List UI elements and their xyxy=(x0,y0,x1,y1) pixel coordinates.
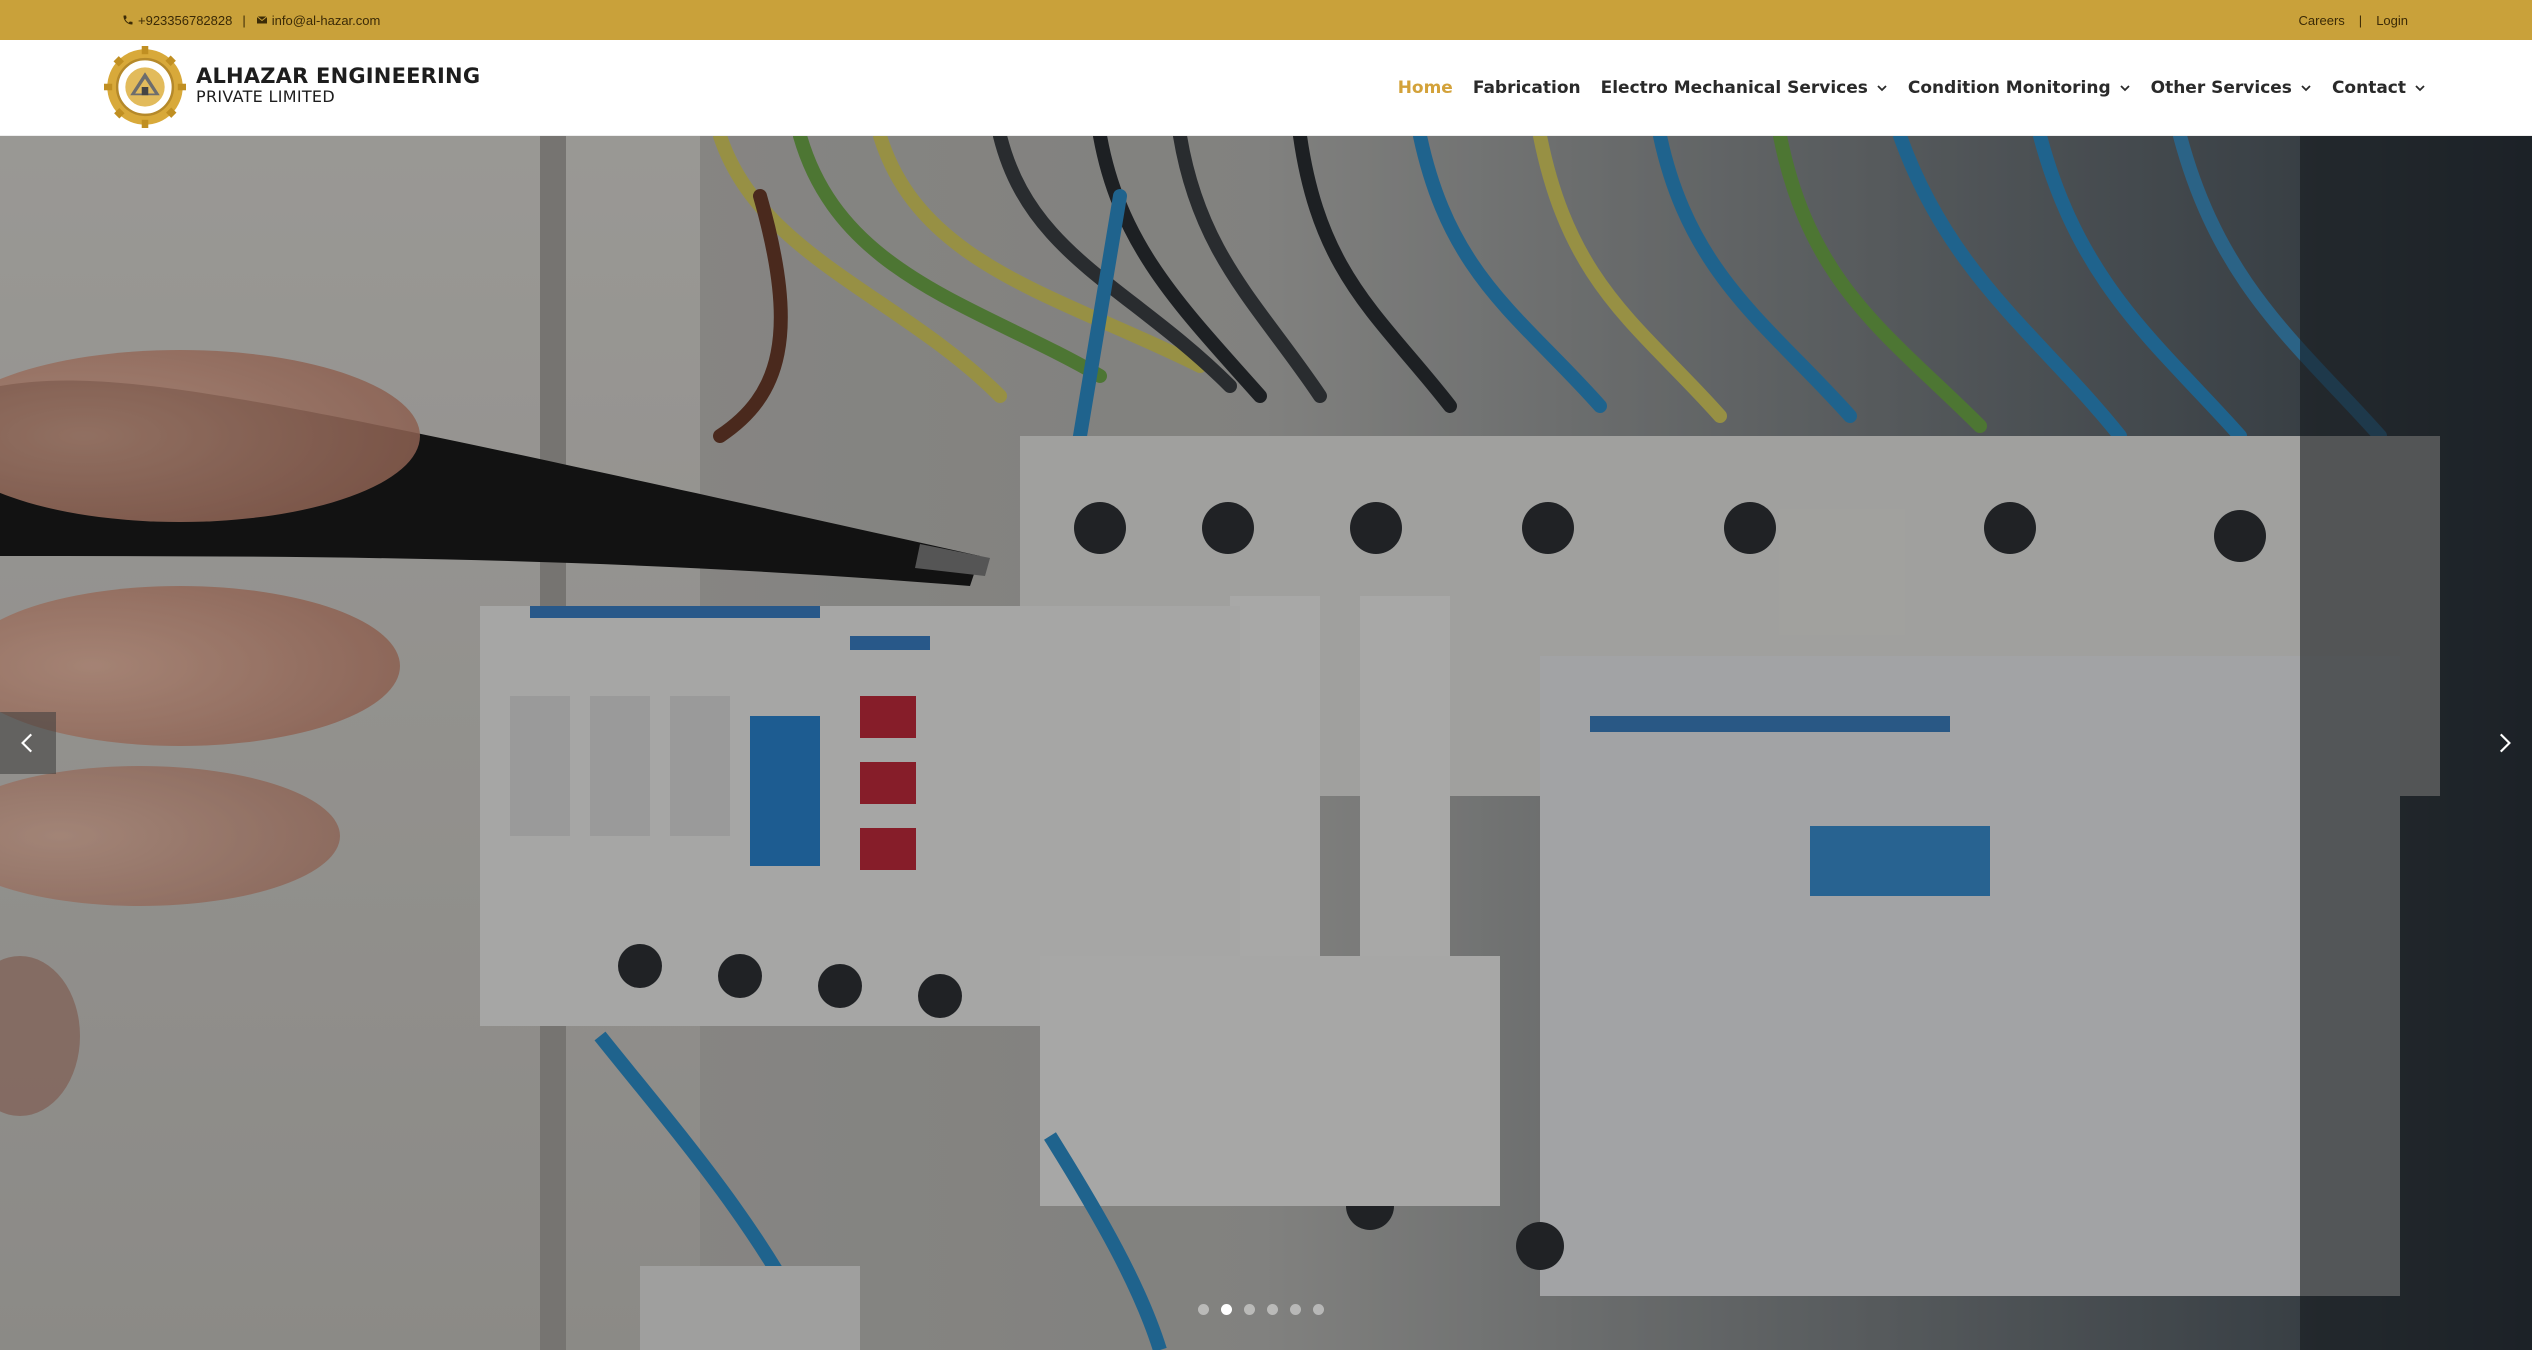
top-links-separator: | xyxy=(2358,12,2363,28)
nav-fabrication[interactable]: Fabrication xyxy=(1463,78,1591,98)
envelope-icon xyxy=(256,16,268,24)
hero-dark-overlay xyxy=(0,136,2532,1350)
chevron-right-icon xyxy=(2499,733,2511,753)
nav-home-label: Home xyxy=(1397,78,1453,98)
site-header: ALHAZAR ENGINEERING PRIVATE LIMITED Home… xyxy=(0,40,2532,136)
nav-fabrication-label: Fabrication xyxy=(1472,78,1581,98)
contact-info: +923356782828 | info@al-hazar.com xyxy=(122,0,380,40)
chevron-down-icon xyxy=(1877,85,1887,92)
nav-electro-mechanical-label: Electro Mechanical Services xyxy=(1600,78,1868,98)
slider-dot-4[interactable] xyxy=(1267,1304,1278,1315)
slider-prev-button[interactable] xyxy=(0,712,56,774)
email-contact[interactable]: info@al-hazar.com xyxy=(256,13,381,28)
slider-pagination xyxy=(1198,1304,1324,1315)
nav-contact[interactable]: Contact xyxy=(2322,78,2436,98)
nav-condition-monitoring[interactable]: Condition Monitoring xyxy=(1898,78,2141,98)
hero-slider[interactable] xyxy=(0,136,2532,1350)
email-address[interactable]: info@al-hazar.com xyxy=(272,13,381,28)
brand-name: ALHAZAR ENGINEERING xyxy=(196,64,481,88)
nav-condition-monitoring-label: Condition Monitoring xyxy=(1907,78,2111,98)
slider-next-button[interactable] xyxy=(2476,712,2532,774)
nav-electro-mechanical-services[interactable]: Electro Mechanical Services xyxy=(1591,78,1898,98)
slider-dot-2[interactable] xyxy=(1221,1304,1232,1315)
nav-home[interactable]: Home xyxy=(1388,78,1463,98)
brand-subtitle: PRIVATE LIMITED xyxy=(196,87,335,106)
slider-dot-5[interactable] xyxy=(1290,1304,1301,1315)
careers-link[interactable]: Careers xyxy=(2299,13,2345,28)
nav-other-services[interactable]: Other Services xyxy=(2141,78,2322,98)
top-contact-bar: +923356782828 | info@al-hazar.com Career… xyxy=(0,0,2532,40)
phone-number[interactable]: +923356782828 xyxy=(138,13,232,28)
contact-separator: | xyxy=(242,12,246,28)
chevron-down-icon xyxy=(2119,85,2130,92)
brand[interactable]: ALHAZAR ENGINEERING PRIVATE LIMITED xyxy=(196,64,480,106)
slider-dot-6[interactable] xyxy=(1313,1304,1324,1315)
phone-contact[interactable]: +923356782828 xyxy=(122,13,232,28)
top-links: Careers | Login xyxy=(2299,0,2408,40)
chevron-left-icon xyxy=(21,733,33,753)
slider-dot-3[interactable] xyxy=(1244,1304,1255,1315)
slider-dot-1[interactable] xyxy=(1198,1304,1209,1315)
chevron-down-icon xyxy=(2415,85,2425,92)
chevron-down-icon xyxy=(2301,85,2311,92)
nav-other-services-label: Other Services xyxy=(2150,78,2292,98)
main-nav: Home Fabrication Electro Mechanical Serv… xyxy=(1388,40,2436,136)
company-logo[interactable] xyxy=(104,46,186,128)
nav-contact-label: Contact xyxy=(2331,78,2406,98)
phone-icon xyxy=(123,15,133,25)
login-link[interactable]: Login xyxy=(2376,13,2408,28)
